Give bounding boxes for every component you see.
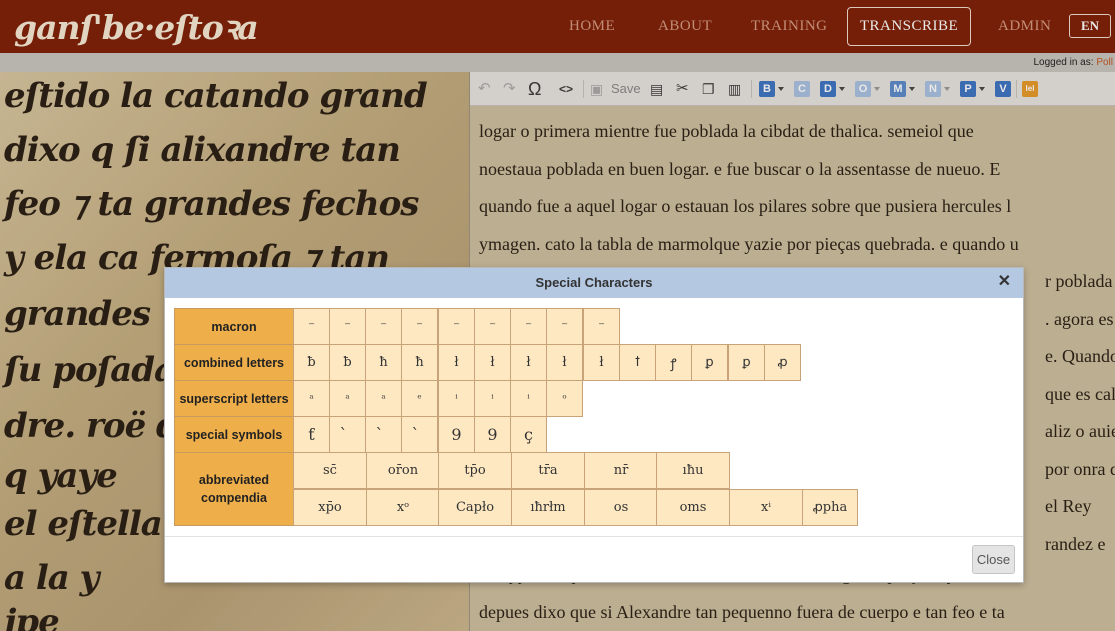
- char-button[interactable]: ⁻: [329, 308, 366, 345]
- char-button[interactable]: ᵃ: [329, 380, 366, 417]
- char-button[interactable]: ł: [474, 344, 511, 381]
- char-button[interactable]: xp̄o: [293, 489, 367, 526]
- char-button[interactable]: ⁻: [546, 308, 583, 345]
- char-button[interactable]: ħ: [365, 344, 402, 381]
- char-button[interactable]: ꝑ: [691, 344, 728, 381]
- char-button[interactable]: ıħu: [656, 452, 730, 489]
- char-button[interactable]: ⁻: [510, 308, 547, 345]
- char-button[interactable]: ᵉ: [401, 380, 438, 417]
- char-button[interactable]: ᵒ: [546, 380, 583, 417]
- char-button[interactable]: ł: [510, 344, 547, 381]
- char-button[interactable]: Capło: [438, 489, 512, 526]
- char-button[interactable]: ̀: [365, 416, 402, 453]
- char-button[interactable]: ħ: [401, 344, 438, 381]
- char-button[interactable]: ꝉ: [619, 344, 656, 381]
- char-button[interactable]: ⁱ: [438, 380, 475, 417]
- char-button[interactable]: ⁱ: [474, 380, 511, 417]
- category-combined-letters: combined letters: [174, 344, 294, 381]
- char-button[interactable]: 9: [474, 416, 511, 453]
- char-button[interactable]: ꝓ: [764, 344, 801, 381]
- char-button[interactable]: ł: [546, 344, 583, 381]
- char-button[interactable]: ıħrłm: [511, 489, 585, 526]
- char-button[interactable]: ꝑ: [728, 344, 765, 381]
- special-characters-dialog: Special Characters ✕ macron ⁻ ⁻ ⁻ ⁻ ⁻ ⁻ …: [164, 267, 1024, 583]
- category-abbreviated-compendia: abbreviated compendia: [174, 452, 294, 526]
- dialog-title: Special Characters: [535, 275, 653, 290]
- char-button[interactable]: oms: [656, 489, 730, 526]
- char-button[interactable]: ̀: [401, 416, 438, 453]
- category-superscript-letters: superscript letters: [174, 380, 294, 417]
- char-button[interactable]: ⁻: [583, 308, 620, 345]
- char-button[interactable]: xⁱ: [729, 489, 803, 526]
- char-button[interactable]: os: [584, 489, 658, 526]
- char-button[interactable]: nr̄: [584, 452, 658, 489]
- close-icon[interactable]: ✕: [998, 273, 1011, 291]
- category-macron: macron: [174, 308, 294, 345]
- category-special-symbols: special symbols: [174, 416, 294, 453]
- char-button[interactable]: ꝓpha: [802, 489, 858, 526]
- char-button[interactable]: tp̄o: [438, 452, 512, 489]
- char-button[interactable]: ⁱ: [510, 380, 547, 417]
- char-button[interactable]: ꝭ: [655, 344, 692, 381]
- char-button[interactable]: sc̄: [293, 452, 367, 489]
- char-button[interactable]: ⁻: [293, 308, 330, 345]
- dialog-header: Special Characters ✕: [165, 268, 1023, 298]
- char-button[interactable]: ̀: [329, 416, 366, 453]
- char-button[interactable]: or̄on: [366, 452, 440, 489]
- char-button[interactable]: ᵃ: [365, 380, 402, 417]
- char-button[interactable]: ⁻: [474, 308, 511, 345]
- char-button[interactable]: ł: [438, 344, 475, 381]
- char-button[interactable]: ƀ: [329, 344, 366, 381]
- char-button[interactable]: ⁻: [365, 308, 402, 345]
- char-button[interactable]: ⁻: [438, 308, 475, 345]
- close-button[interactable]: Close: [972, 545, 1015, 574]
- char-button[interactable]: tr̄a: [511, 452, 585, 489]
- char-button[interactable]: ⁻: [401, 308, 438, 345]
- dialog-footer-divider: [165, 536, 1023, 537]
- char-button[interactable]: ç: [510, 416, 547, 453]
- char-button[interactable]: 9: [438, 416, 475, 453]
- char-button[interactable]: ƭ: [293, 416, 330, 453]
- char-button[interactable]: xᵒ: [366, 489, 440, 526]
- char-button[interactable]: ᵃ: [293, 380, 330, 417]
- char-button[interactable]: ł: [583, 344, 620, 381]
- char-button[interactable]: ƀ: [293, 344, 330, 381]
